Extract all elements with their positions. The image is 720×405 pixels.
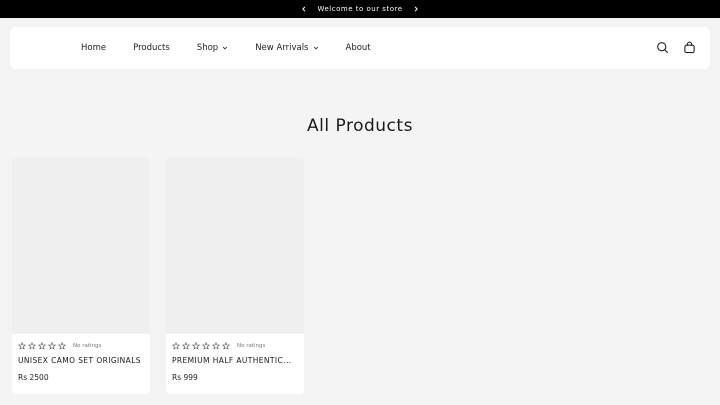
header-icons (656, 41, 696, 54)
nav-item-new-arrivals[interactable]: New Arrivals (255, 43, 318, 53)
product-title[interactable]: UNISEX CAMO SET ORIGINALS (18, 356, 144, 365)
product-price: Rs 2500 (18, 373, 49, 382)
chevron-down-icon (222, 45, 228, 51)
star-icon (58, 342, 66, 350)
nav-item-shop[interactable]: Shop (197, 43, 228, 53)
product-card[interactable]: No ratings UNISEX CAMO SET ORIGINALS Rs … (12, 158, 150, 394)
search-icon[interactable] (656, 41, 669, 54)
nav-item-about[interactable]: About (346, 43, 371, 53)
star-icon (192, 342, 200, 350)
product-title[interactable]: PREMIUM HALF AUTHENTIC... (172, 356, 298, 365)
nav-item-label: Home (81, 43, 107, 53)
product-price: Rs 999 (172, 373, 198, 382)
star-icon (38, 342, 46, 350)
announcement-text: Welcome to our store (317, 5, 403, 13)
announcement-bar: Welcome to our store (0, 0, 720, 18)
rating-stars (18, 342, 66, 350)
product-rating: No ratings (172, 342, 298, 350)
star-icon (172, 342, 180, 350)
product-rating: No ratings (18, 342, 144, 350)
no-ratings-text: No ratings (73, 343, 102, 349)
product-card[interactable]: No ratings PREMIUM HALF AUTHENTIC... Rs … (166, 158, 304, 394)
chevron-left-icon[interactable] (297, 2, 311, 16)
page-title: All Products (307, 116, 413, 136)
nav-item-home[interactable]: Home (81, 43, 106, 53)
chevron-right-icon[interactable] (409, 2, 423, 16)
no-ratings-text: No ratings (237, 343, 266, 349)
star-icon (28, 342, 36, 350)
product-grid: No ratings UNISEX CAMO SET ORIGINALS Rs … (12, 158, 304, 394)
cart-icon[interactable] (683, 41, 696, 54)
chevron-down-icon (313, 45, 319, 51)
product-info: No ratings PREMIUM HALF AUTHENTIC... Rs … (166, 334, 304, 394)
product-info: No ratings UNISEX CAMO SET ORIGINALS Rs … (12, 334, 150, 394)
main-nav: Home Products Shop New Arrivals About (81, 43, 371, 53)
star-icon (202, 342, 210, 350)
site-header: Home Products Shop New Arrivals About (10, 27, 710, 69)
product-image[interactable] (166, 158, 304, 334)
nav-item-label: New Arrivals (255, 43, 309, 53)
star-icon (48, 342, 56, 350)
nav-item-label: Shop (196, 43, 219, 53)
star-icon (222, 342, 230, 350)
nav-item-label: Products (133, 43, 170, 53)
nav-item-products[interactable]: Products (133, 43, 170, 53)
rating-stars (172, 342, 230, 350)
nav-item-label: About (345, 43, 371, 53)
product-image[interactable] (12, 158, 150, 334)
star-icon (18, 342, 26, 350)
star-icon (212, 342, 220, 350)
star-icon (182, 342, 190, 350)
